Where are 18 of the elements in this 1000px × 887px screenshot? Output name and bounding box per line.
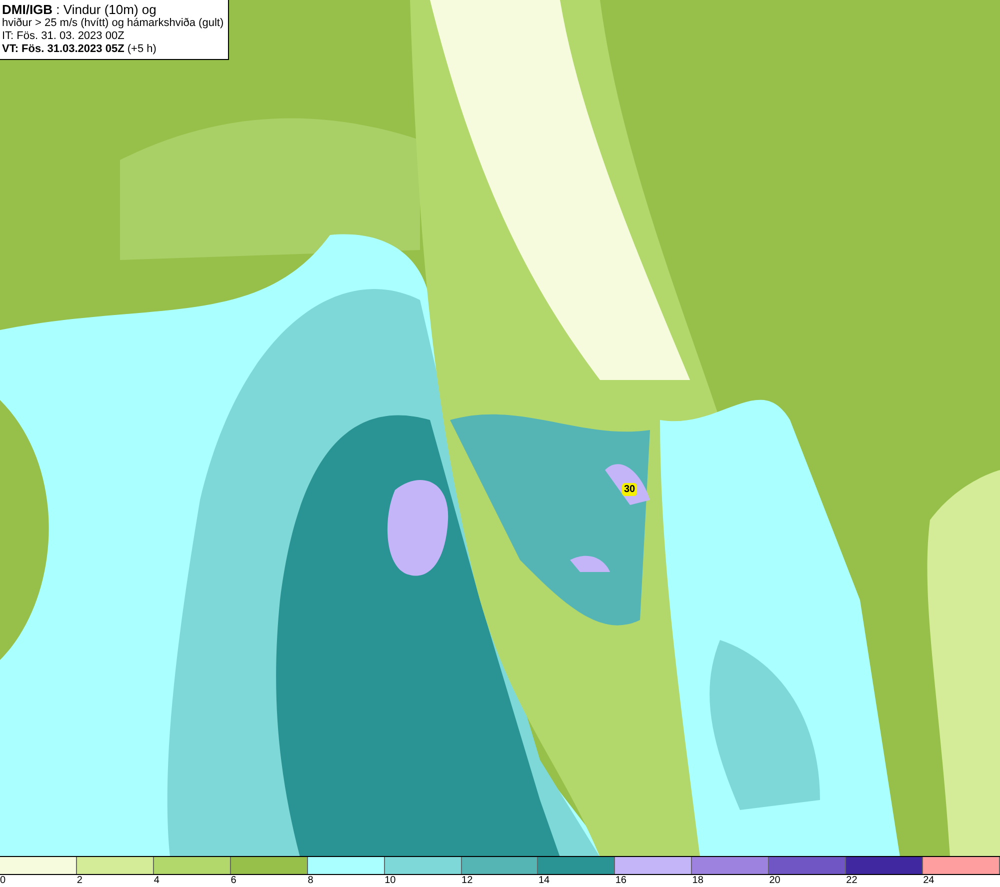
legend-label: 20 bbox=[769, 875, 780, 886]
info-text: hviður > 25 m/s (hvítt) og hámarkshviða (gult) bbox=[2, 17, 224, 30]
info-text: VT: Fös. 31.03.2023 05Z (+5 h) bbox=[2, 43, 158, 56]
legend-label: 4 bbox=[154, 875, 160, 886]
legend-label: 6 bbox=[230, 875, 236, 886]
legend-label: 16 bbox=[615, 875, 626, 886]
legend-label: 12 bbox=[462, 875, 473, 886]
legend-label: 8 bbox=[308, 875, 314, 886]
legend-label: 0 bbox=[0, 875, 6, 886]
legend-label: 18 bbox=[692, 875, 704, 886]
legend-label: 22 bbox=[846, 875, 858, 886]
legend-label: 14 bbox=[538, 875, 550, 886]
info-text: DMI/IGB : Vindur (10m) og bbox=[2, 2, 158, 17]
legend-label: 24 bbox=[923, 875, 934, 886]
info-text: IT: Fös. 31. 03. 2023 00Z bbox=[2, 30, 126, 43]
legend-label: 10 bbox=[384, 875, 396, 886]
gust-label: 30 bbox=[622, 483, 638, 496]
legend-label: 2 bbox=[76, 875, 82, 886]
